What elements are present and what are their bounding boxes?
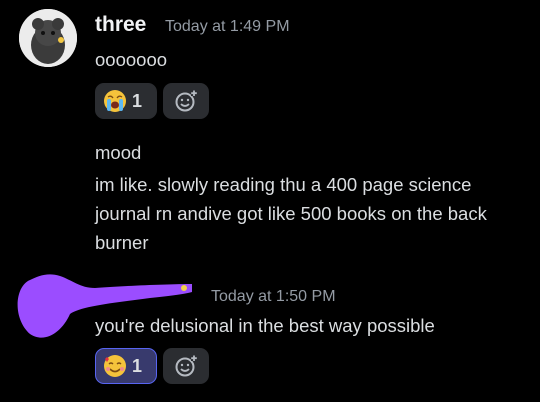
avatar[interactable] — [19, 9, 77, 67]
reaction-count: 1 — [132, 90, 143, 111]
message-text: mood — [95, 142, 142, 163]
add-reaction-button[interactable] — [163, 83, 209, 119]
message-text: burner — [95, 232, 149, 253]
timestamp: Today at 1:50 PM — [211, 288, 336, 305]
message-1: three Today at 1:49 PM ooooooo 1 — [0, 0, 540, 130]
message-text: im like. slowly reading thu a 400 page s… — [95, 174, 472, 195]
message-2: mood im like. slowly reading thu a 400 p… — [0, 130, 540, 260]
redaction-scribble — [17, 274, 193, 338]
reaction-count: 1 — [132, 355, 143, 376]
smiling-face-with-hearts-icon — [104, 355, 126, 377]
add-reaction-button[interactable] — [163, 348, 209, 384]
reaction-button[interactable]: 1 — [95, 83, 157, 119]
message-text: ooooooo — [95, 49, 168, 70]
message-text: journal rn andive got like 500 books on … — [95, 203, 487, 224]
avatar-image — [19, 9, 77, 67]
add-reaction-icon — [175, 355, 197, 377]
username[interactable]: three — [95, 13, 146, 37]
timestamp: Today at 1:49 PM — [165, 18, 290, 35]
reaction-button[interactable]: 1 — [95, 348, 157, 384]
add-reaction-icon — [175, 90, 197, 112]
loudly-crying-face-icon — [104, 90, 126, 112]
